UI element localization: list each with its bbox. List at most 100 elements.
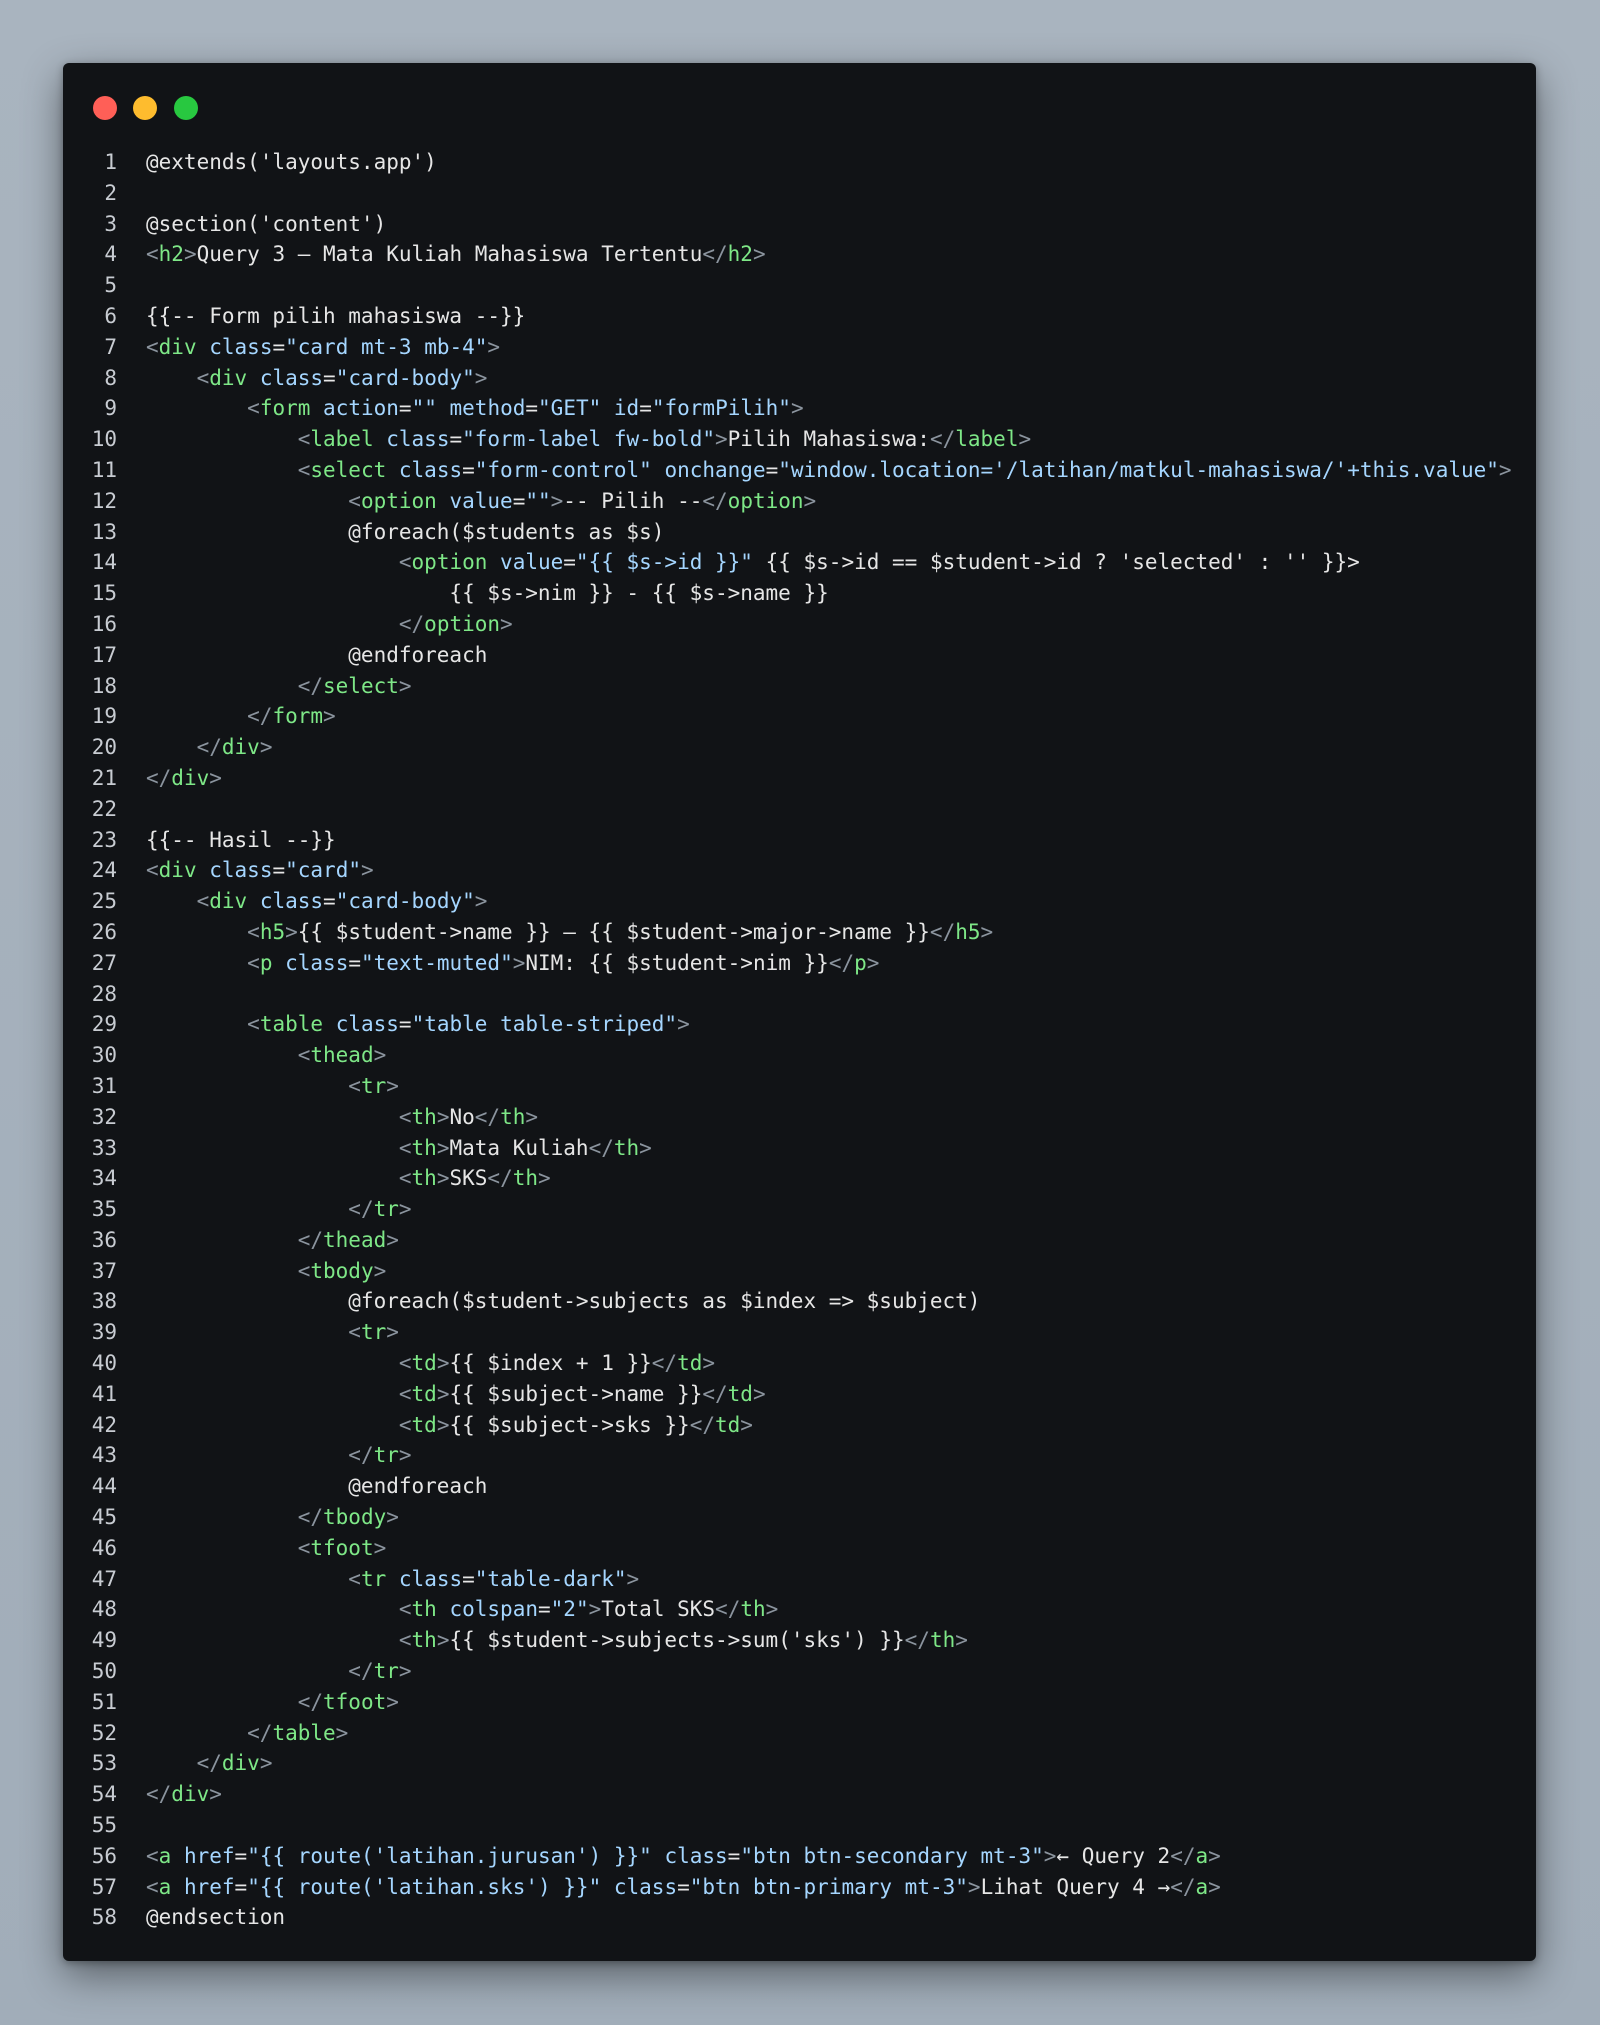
- line-number: 2: [104, 180, 117, 205]
- code-line: 28: [63, 979, 1536, 1010]
- code-line: 8 <div class="card-body">: [63, 363, 1536, 394]
- code-line: 17 @endforeach: [63, 640, 1536, 671]
- line-number: 57: [91, 1874, 117, 1899]
- code-line: 45 </tbody>: [63, 1502, 1536, 1533]
- code-text: <table class="table table-striped">: [247, 1012, 690, 1037]
- line-number: 8: [104, 365, 117, 390]
- code-line: 26 <h5>{{ $student->name }} — {{ $studen…: [63, 917, 1536, 948]
- code-text: <div class="card-body">: [196, 889, 488, 914]
- code-text: <div class="card-body">: [196, 365, 488, 390]
- code-line: 47 <tr class="table-dark">: [63, 1564, 1536, 1595]
- code-text: @foreach($student->subjects as $index =>…: [146, 1289, 981, 1314]
- code-text: <tbody>: [297, 1258, 387, 1283]
- code-line: 14 <option value="{{ $s->id }}" {{ $s->i…: [63, 547, 1536, 578]
- line-number: 46: [91, 1535, 117, 1560]
- code-text: <th>No</th>: [398, 1104, 539, 1129]
- code-line: 24 <div class="card">: [63, 855, 1536, 886]
- code-text: <a href="{{ route('latihan.sks') }}" cla…: [146, 1874, 1221, 1899]
- line-number: 6: [104, 303, 117, 328]
- line-number: 18: [91, 673, 117, 698]
- code-line: 52 </table>: [63, 1718, 1536, 1749]
- code-text: </tr>: [348, 1659, 412, 1684]
- line-number: 47: [91, 1566, 117, 1591]
- code-line: 20 </div>: [63, 732, 1536, 763]
- code-line: 18 </select>: [63, 671, 1536, 702]
- code-text: </thead>: [297, 1227, 399, 1252]
- code-text: <select class="form-control" onchange="w…: [297, 457, 1512, 482]
- code-line: 57 <a href="{{ route('latihan.sks') }}" c…: [63, 1872, 1536, 1903]
- code-line: 27 <p class="text-muted">NIM: {{ $studen…: [63, 948, 1536, 979]
- code-line: 38 @foreach($student->subjects as $index…: [63, 1286, 1536, 1317]
- line-number: 32: [91, 1104, 117, 1129]
- code-line: 41 <td>{{ $subject->name }}</td>: [63, 1379, 1536, 1410]
- code-line: 25 <div class="card-body">: [63, 886, 1536, 917]
- code-text: <label class="form-label fw-bold">Pilih …: [297, 427, 1032, 452]
- line-number: 30: [91, 1043, 117, 1068]
- code-line: 46 <tfoot>: [63, 1533, 1536, 1564]
- code-line: 10 <label class="form-label fw-bold">Pil…: [63, 424, 1536, 455]
- code-text: </div>: [196, 735, 273, 760]
- code-line: 29 <table class="table table-striped">: [63, 1009, 1536, 1040]
- code-line: 19 </form>: [63, 701, 1536, 732]
- code-line: 40 <td>{{ $index + 1 }}</td>: [63, 1348, 1536, 1379]
- maximize-dot-icon[interactable]: [174, 96, 198, 120]
- code-line: 11 <select class="form-control" onchange…: [63, 455, 1536, 486]
- code-text: {{ $s->nim }} - {{ $s->name }}: [146, 581, 829, 606]
- code-line: 58 @endsection: [63, 1902, 1536, 1933]
- code-text: @endforeach: [146, 642, 488, 667]
- line-number: 19: [91, 704, 117, 729]
- line-number: 55: [91, 1813, 117, 1838]
- code-line: 7 <div class="card mt-3 mb-4">: [63, 332, 1536, 363]
- code-line: 33 <th>Mata Kuliah</th>: [63, 1133, 1536, 1164]
- line-number: 34: [91, 1166, 117, 1191]
- line-number: 42: [91, 1412, 117, 1437]
- line-number: 28: [91, 981, 117, 1006]
- line-number: 56: [91, 1843, 117, 1868]
- line-number: 3: [104, 211, 117, 236]
- code-line: 48 <th colspan="2">Total SKS</th>: [63, 1594, 1536, 1625]
- code-line: 53 </div>: [63, 1748, 1536, 1779]
- line-number: 12: [91, 488, 117, 513]
- code-text: </div>: [196, 1751, 273, 1776]
- code-line: 51 </tfoot>: [63, 1687, 1536, 1718]
- code-line: 21 </div>: [63, 763, 1536, 794]
- code-text: <option value="{{ $s->id }}" {{ $s->id =…: [398, 550, 1360, 575]
- code-line: 56 <a href="{{ route('latihan.jurusan') }…: [63, 1841, 1536, 1872]
- line-number: 16: [91, 611, 117, 636]
- code-text: {{-- Form pilih mahasiswa --}}: [146, 303, 526, 328]
- line-number: 21: [91, 765, 117, 790]
- code-text: </option>: [398, 611, 513, 636]
- line-number: 48: [91, 1597, 117, 1622]
- code-line: 3 @section('content'): [63, 209, 1536, 240]
- code-window: 1 @extends('layouts.app') 2 3 @section('cont…: [63, 63, 1536, 1961]
- line-number: 39: [91, 1320, 117, 1345]
- code-line: 15 {{ $s->nim }} - {{ $s->name }}: [63, 578, 1536, 609]
- code-line: 54 </div>: [63, 1779, 1536, 1810]
- code-line: 12 <option value="">-- Pilih --</option>: [63, 486, 1536, 517]
- code-text: </tbody>: [297, 1505, 399, 1530]
- code-line: 49 <th>{{ $student->subjects->sum('sks')…: [63, 1625, 1536, 1656]
- code-text: @foreach($students as $s): [146, 519, 665, 544]
- line-number: 7: [104, 334, 117, 359]
- line-number: 45: [91, 1505, 117, 1530]
- code-text: <form action="" method="GET" id="formPil…: [247, 396, 804, 421]
- minimize-dot-icon[interactable]: [133, 96, 157, 120]
- close-dot-icon[interactable]: [93, 96, 117, 120]
- code-line: 9 <form action="" method="GET" id="formP…: [63, 393, 1536, 424]
- code-text: <td>{{ $subject->name }}</td>: [398, 1381, 766, 1406]
- code-text: </div>: [146, 1782, 222, 1807]
- line-number: 23: [91, 827, 117, 852]
- code-text: <tr>: [348, 1320, 399, 1345]
- code-text: <div class="card mt-3 mb-4">: [146, 334, 501, 359]
- line-number: 15: [91, 581, 117, 606]
- line-number: 10: [91, 427, 117, 452]
- line-number: 9: [104, 396, 117, 421]
- code-line: 2: [63, 178, 1536, 209]
- code-text: </form>: [247, 704, 336, 729]
- line-number: 11: [91, 457, 117, 482]
- code-text: <th>Mata Kuliah</th>: [398, 1135, 652, 1160]
- code-line: 50 </tr>: [63, 1656, 1536, 1687]
- code-text: <thead>: [297, 1043, 387, 1068]
- line-number: 37: [91, 1258, 117, 1283]
- code-text: <h5>{{ $student->name }} — {{ $student->…: [247, 919, 994, 944]
